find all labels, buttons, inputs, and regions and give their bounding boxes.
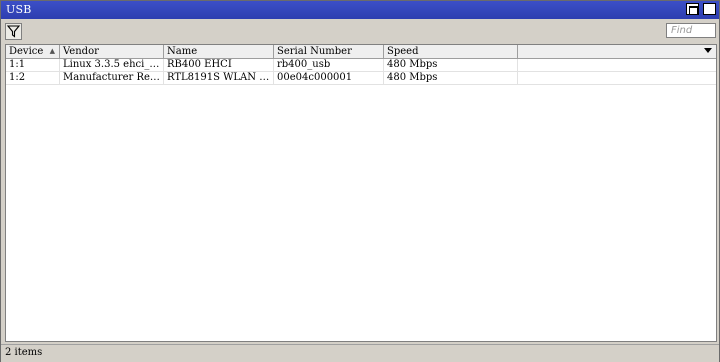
title-bar[interactable]: USB ✕	[1, 1, 719, 19]
window-title: USB	[6, 3, 32, 16]
find-input[interactable]	[666, 23, 716, 38]
toolbar	[1, 20, 719, 42]
column-header-serial-number[interactable]: Serial Number	[274, 45, 384, 59]
filter-funnel-icon	[6, 25, 21, 38]
cell-serial-number: rb400_usb	[274, 59, 384, 72]
cell-device: 1:1	[6, 59, 60, 72]
cell-extra	[518, 72, 716, 85]
cell-serial-number: 00e04c000001	[274, 72, 384, 85]
status-bar: 2 items	[1, 344, 719, 362]
column-header-speed[interactable]: Speed	[384, 45, 518, 59]
column-menu-chevron-down-icon[interactable]	[704, 48, 712, 53]
cell-vendor: Linux 3.3.5 ehci_hcd	[60, 59, 164, 72]
usb-window: USB ✕ Device ▲ Vendor Name Serial Number…	[0, 0, 720, 362]
table-row[interactable]: 1:1 Linux 3.3.5 ehci_hcd RB400 EHCI rb40…	[6, 59, 716, 72]
item-count-label: 2 items	[5, 347, 43, 358]
cell-device: 1:2	[6, 72, 60, 85]
cell-name: RB400 EHCI	[164, 59, 274, 72]
column-header-name[interactable]: Name	[164, 45, 274, 59]
filter-button[interactable]	[5, 23, 22, 40]
sort-ascending-icon: ▲	[49, 47, 55, 55]
restore-window-icon[interactable]	[686, 3, 699, 15]
close-icon[interactable]: ✕	[703, 3, 716, 15]
column-header-vendor[interactable]: Vendor	[60, 45, 164, 59]
cell-speed: 480 Mbps	[384, 72, 518, 85]
table-row[interactable]: 1:2 Manufacturer Realtek RTL8191S WLAN A…	[6, 72, 716, 85]
column-header-device[interactable]: Device ▲	[6, 45, 60, 59]
column-header-extra[interactable]	[518, 45, 716, 59]
cell-extra	[518, 59, 716, 72]
cell-vendor: Manufacturer Realtek	[60, 72, 164, 85]
cell-speed: 480 Mbps	[384, 59, 518, 72]
usb-table: Device ▲ Vendor Name Serial Number Speed…	[5, 44, 717, 342]
cell-name: RTL8191S WLAN Ada...	[164, 72, 274, 85]
